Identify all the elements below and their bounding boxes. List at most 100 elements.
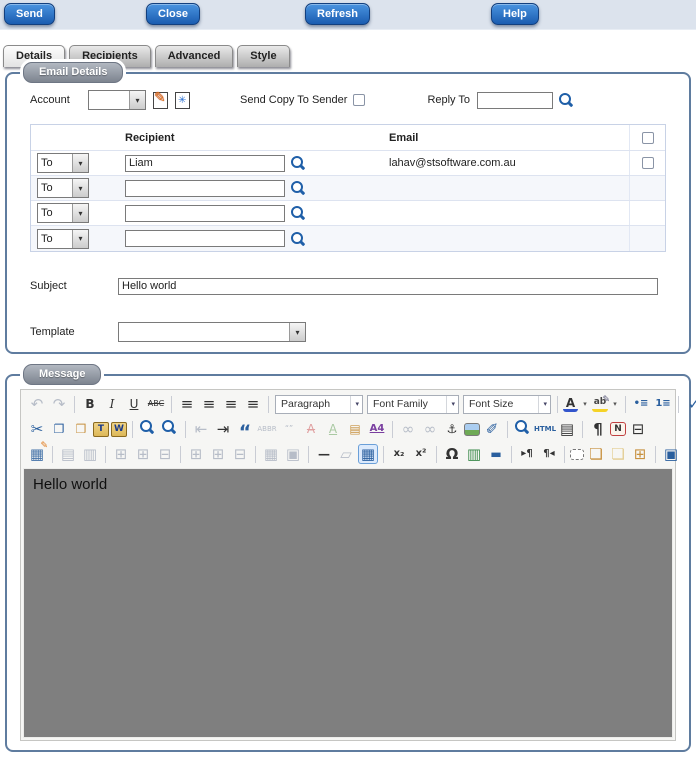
left-to-right-icon[interactable]: ▸¶ xyxy=(517,444,537,464)
font-family-select[interactable]: Font Family ▾ xyxy=(367,394,459,414)
text-color-icon[interactable]: A xyxy=(563,396,578,412)
tab-style[interactable]: Style xyxy=(237,45,290,67)
paste-from-word-icon[interactable]: W xyxy=(111,421,127,437)
quotation-icon[interactable]: “” xyxy=(279,419,299,439)
insert-row-after-icon[interactable]: ⊞ xyxy=(133,444,153,464)
horizontal-rule-icon[interactable]: — xyxy=(314,444,334,464)
recipient-search-icon[interactable] xyxy=(289,155,305,171)
move-forward-icon[interactable]: ❏ xyxy=(586,444,606,464)
subscript-icon[interactable]: x₂ xyxy=(389,444,409,464)
source-code-icon[interactable]: HTML xyxy=(534,419,556,439)
merge-cells-icon[interactable]: ▣ xyxy=(283,444,303,464)
copy-icon[interactable]: ❐ xyxy=(49,419,69,439)
superscript-icon[interactable]: x² xyxy=(411,444,431,464)
refresh-button[interactable]: Refresh xyxy=(305,3,370,25)
undo-icon[interactable]: ↶ xyxy=(27,394,47,414)
outdent-icon[interactable]: ⇤ xyxy=(191,419,211,439)
insert-link-icon[interactable]: ∞ xyxy=(398,419,418,439)
insert-media-icon[interactable]: ▥ xyxy=(464,444,484,464)
delete-column-icon[interactable]: ⊟ xyxy=(230,444,250,464)
deleted-text-icon[interactable]: A xyxy=(301,419,321,439)
bullet-list-icon[interactable]: •≡ xyxy=(631,394,651,414)
numbered-list-icon[interactable]: 1≡ xyxy=(653,394,673,414)
move-backward-icon[interactable]: ❏ xyxy=(608,444,628,464)
spellcheck-icon[interactable]: ✓ xyxy=(684,394,696,414)
edit-account-icon[interactable]: ✎ xyxy=(153,89,168,109)
recipient-type-select[interactable]: To ▾ xyxy=(37,153,89,173)
remove-link-icon[interactable]: ∞ xyxy=(420,419,440,439)
underline-icon[interactable]: U xyxy=(124,394,144,414)
page-break-icon[interactable]: ⊟ xyxy=(628,419,648,439)
help-button[interactable]: Help xyxy=(491,3,539,25)
fullscreen-icon[interactable]: ▣ xyxy=(661,444,681,464)
subject-input[interactable] xyxy=(118,277,658,295)
print-icon[interactable]: ▤ xyxy=(557,419,577,439)
recipient-input[interactable] xyxy=(125,154,285,172)
table-row-properties-icon[interactable]: ▤ xyxy=(58,444,78,464)
paste-icon[interactable]: ❒ xyxy=(71,419,91,439)
nonbreaking-space-icon[interactable]: N xyxy=(610,422,626,436)
editor-canvas[interactable]: Hello world xyxy=(23,468,673,738)
align-right-icon[interactable]: ≡ xyxy=(221,394,241,414)
recipient-type-select[interactable]: To ▾ xyxy=(37,203,89,223)
align-justify-icon[interactable]: ≡ xyxy=(243,394,263,414)
close-button[interactable]: Close xyxy=(146,3,200,25)
insert-layer-icon[interactable] xyxy=(570,448,584,460)
absolute-position-icon[interactable]: ⊞ xyxy=(630,444,650,464)
insert-row-before-icon[interactable]: ⊞ xyxy=(111,444,131,464)
send-button[interactable]: Send xyxy=(4,3,55,25)
find-icon[interactable] xyxy=(138,419,158,439)
text-color-arrow-icon[interactable]: ▾ xyxy=(580,394,590,414)
italic-icon[interactable]: I xyxy=(102,394,122,414)
align-left-icon[interactable]: ≡ xyxy=(177,394,197,414)
redo-icon[interactable]: ↷ xyxy=(49,394,69,414)
bold-icon[interactable]: B xyxy=(80,394,100,414)
insert-column-after-icon[interactable]: ⊞ xyxy=(208,444,228,464)
recipient-type-select[interactable]: To ▾ xyxy=(37,178,89,198)
cut-icon[interactable]: ✂ xyxy=(27,419,47,439)
paste-as-text-icon[interactable]: T xyxy=(93,421,109,437)
highlight-color-arrow-icon[interactable]: ▾ xyxy=(610,394,620,414)
attributes-icon[interactable]: ▤ xyxy=(345,419,365,439)
preview-icon[interactable] xyxy=(513,419,533,439)
recipient-type-select[interactable]: To ▾ xyxy=(37,228,89,249)
indent-icon[interactable]: ⇥ xyxy=(213,419,233,439)
visual-characters-icon[interactable]: ¶ xyxy=(588,419,608,439)
table-cell-properties-icon[interactable]: ▥ xyxy=(80,444,100,464)
recipient-input[interactable] xyxy=(125,204,285,222)
recipient-input[interactable] xyxy=(125,230,285,247)
toggle-guidelines-icon[interactable]: ▦ xyxy=(358,444,378,464)
highlight-color-icon[interactable]: ab xyxy=(592,396,610,412)
split-cells-icon[interactable]: ▦ xyxy=(261,444,281,464)
abbreviation-icon[interactable]: ABBR xyxy=(257,419,277,439)
account-select[interactable]: ▾ xyxy=(88,90,146,110)
insert-image-icon[interactable] xyxy=(464,422,480,436)
style-properties-icon[interactable]: A4 xyxy=(367,419,387,439)
blockquote-icon[interactable]: “ xyxy=(235,419,255,441)
reply-to-input[interactable] xyxy=(477,91,554,109)
select-all-checkbox[interactable] xyxy=(641,131,654,144)
recipient-input[interactable] xyxy=(125,179,285,197)
insert-table-icon[interactable]: ▦ xyxy=(27,442,48,464)
reply-to-search-icon[interactable] xyxy=(557,92,573,108)
advanced-hr-icon[interactable]: ▬ xyxy=(486,444,506,464)
remove-formatting-icon[interactable]: ▱ xyxy=(336,444,356,464)
recipient-checkbox[interactable] xyxy=(641,157,654,169)
new-account-icon[interactable]: ✳ xyxy=(175,91,190,109)
font-size-select[interactable]: Font Size ▾ xyxy=(463,394,551,414)
recipient-search-icon[interactable] xyxy=(289,231,305,247)
cleanup-code-icon[interactable]: ✐ xyxy=(482,419,502,439)
template-select[interactable]: ▾ xyxy=(118,322,306,342)
special-character-icon[interactable]: Ω xyxy=(442,444,462,464)
inserted-text-icon[interactable]: A xyxy=(323,419,343,439)
align-center-icon[interactable]: ≡ xyxy=(199,394,219,414)
right-to-left-icon[interactable]: ¶◂ xyxy=(539,444,559,464)
delete-row-icon[interactable]: ⊟ xyxy=(155,444,175,464)
format-select[interactable]: Paragraph ▾ xyxy=(275,394,363,414)
tab-advanced[interactable]: Advanced xyxy=(154,45,234,67)
strikethrough-icon[interactable]: ABC xyxy=(146,394,166,414)
recipient-search-icon[interactable] xyxy=(289,205,305,221)
find-replace-icon[interactable] xyxy=(160,419,180,439)
send-copy-checkbox[interactable] xyxy=(353,94,366,106)
recipient-search-icon[interactable] xyxy=(289,180,305,196)
